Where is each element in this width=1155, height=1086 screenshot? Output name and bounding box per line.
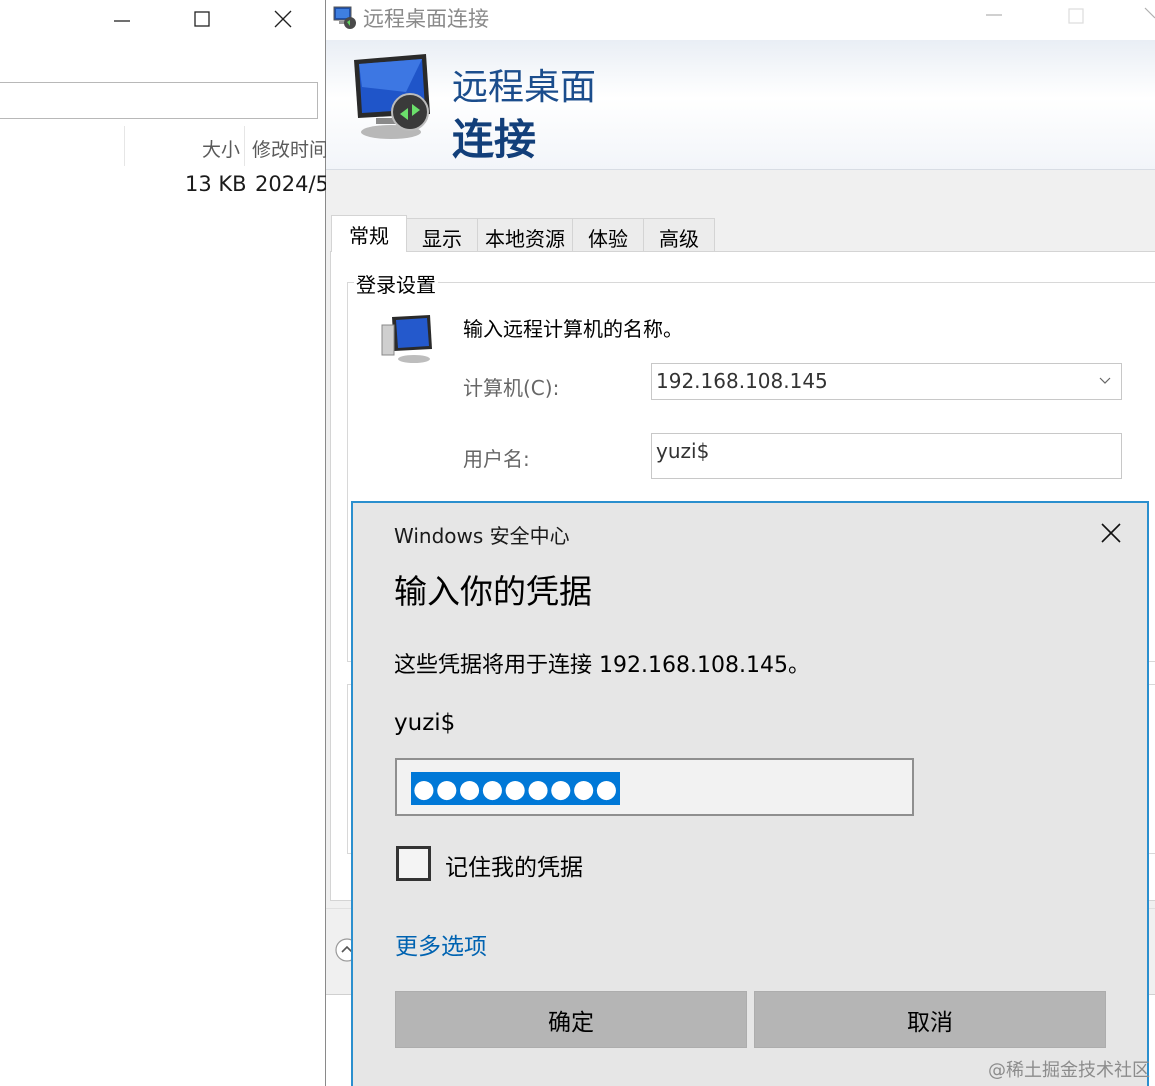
window-title: 远程桌面连接 [363, 7, 489, 31]
file-size-cell: 13 KB [185, 172, 247, 196]
cancel-button[interactable]: 取消 [754, 991, 1106, 1048]
remember-credentials-label[interactable]: 记住我的凭据 [445, 848, 583, 882]
computer-icon [381, 315, 432, 363]
ok-button[interactable]: 确定 [395, 991, 747, 1048]
computer-value: 192.168.108.145 [656, 369, 828, 393]
column-headers: 大小 修改时间 [0, 126, 328, 166]
title-bar: 远程桌面连接 [326, 0, 1155, 40]
close-icon [1101, 523, 1121, 543]
dialog-close-button[interactable] [1091, 513, 1131, 553]
column-header-modified[interactable]: 修改时间 [252, 135, 328, 162]
dialog-brand: Windows 安全中心 [394, 524, 570, 548]
banner-title: 远程桌面 [452, 67, 597, 108]
column-header-size[interactable]: 大小 [202, 135, 240, 162]
computer-label: 计算机(C): [463, 376, 560, 400]
minimize-icon[interactable] [986, 13, 1002, 17]
watermark: @稀土掘金技术社区 [988, 1060, 1150, 1081]
more-options-link[interactable]: 更多选项 [395, 927, 487, 961]
tab-advanced[interactable]: 高级 [643, 218, 715, 251]
maximize-icon [194, 11, 210, 27]
username-field[interactable]: yuzi$ [651, 433, 1122, 479]
close-button[interactable] [263, 4, 303, 34]
password-input[interactable]: ●●●●●●●●● [395, 758, 914, 816]
banner: 远程桌面 连接 [326, 40, 1155, 170]
file-explorer-window: 大小 修改时间 13 KB 2024/5 [0, 0, 329, 1086]
password-selected-text: ●●●●●●●●● [411, 772, 621, 805]
banner-subtitle: 连接 [452, 115, 537, 164]
close-icon [274, 10, 292, 28]
maximize-button[interactable] [182, 4, 222, 34]
tab-display[interactable]: 显示 [406, 218, 478, 251]
tab-general[interactable]: 常规 [331, 215, 407, 252]
close-icon[interactable] [1144, 7, 1155, 24]
prompt-text: 输入远程计算机的名称。 [463, 317, 683, 341]
column-separator [244, 126, 245, 166]
remote-desktop-app-icon [333, 6, 356, 29]
address-bar[interactable] [0, 82, 318, 119]
tab-local-resources[interactable]: 本地资源 [477, 218, 573, 251]
chevron-down-icon [1099, 377, 1111, 384]
minimize-button[interactable] [102, 4, 142, 34]
dialog-description: 这些凭据将用于连接 192.168.108.145。 [394, 653, 810, 678]
group-title: 登录设置 [354, 269, 438, 298]
username-label: 用户名: [463, 447, 530, 471]
file-modified-cell: 2024/5 [255, 172, 329, 196]
maximize-icon [1068, 8, 1084, 24]
minimize-icon [114, 20, 130, 22]
computer-combobox[interactable]: 192.168.108.145 [651, 363, 1122, 400]
tab-experience[interactable]: 体验 [572, 218, 644, 251]
credential-dialog: Windows 安全中心 输入你的凭据 这些凭据将用于连接 192.168.10… [351, 501, 1149, 1086]
remember-credentials-checkbox[interactable] [396, 846, 431, 881]
column-separator [124, 126, 125, 166]
remote-desktop-monitor-icon [354, 54, 430, 139]
dialog-heading: 输入你的凭据 [394, 572, 592, 611]
credential-username: yuzi$ [394, 710, 456, 736]
